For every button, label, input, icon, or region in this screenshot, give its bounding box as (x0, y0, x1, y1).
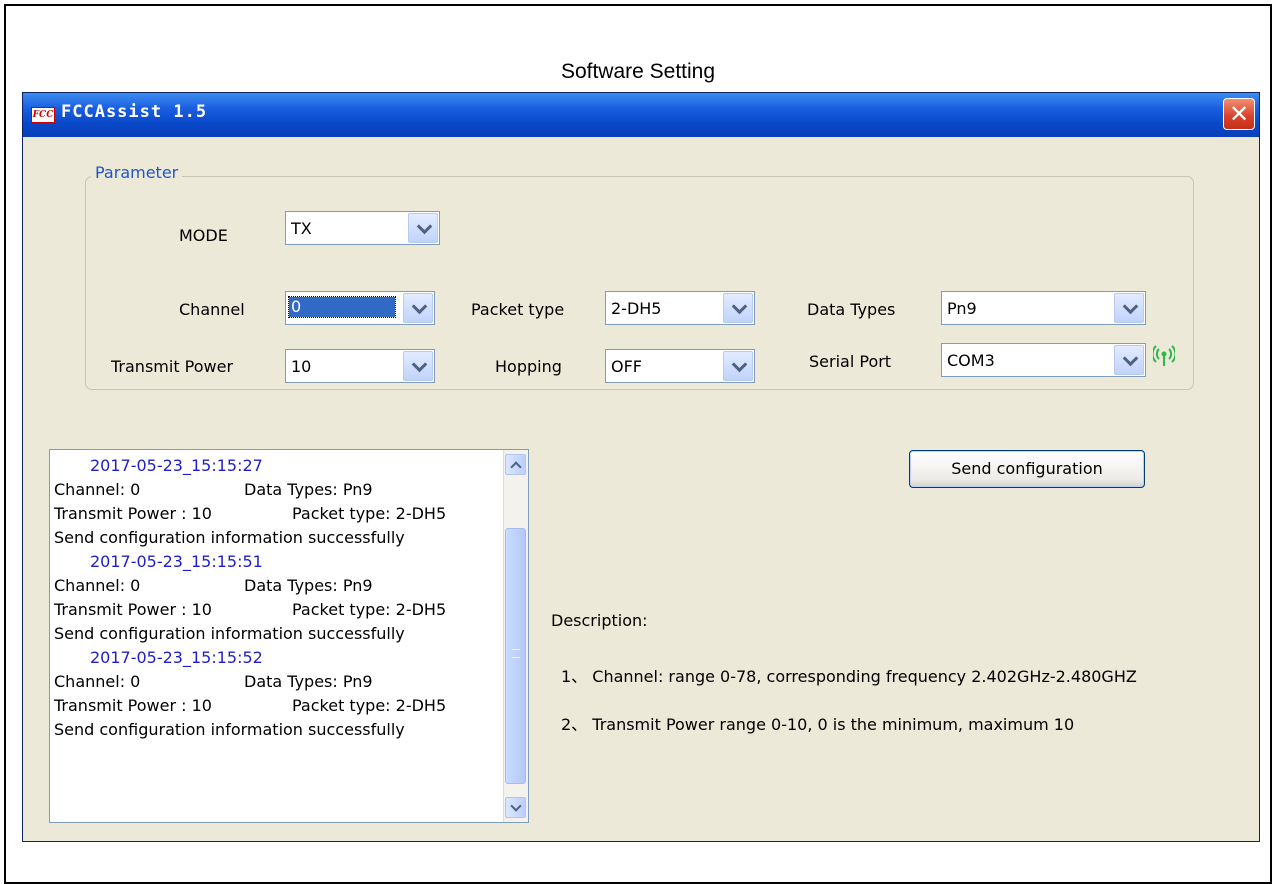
parameter-group-title: Parameter (91, 163, 183, 182)
serial-port-value: COM3 (947, 351, 995, 370)
app-window: FCC FCCAssist 1.5 ✕ Parameter MODE TX Ch… (22, 92, 1260, 842)
packet-type-label: Packet type (471, 300, 565, 319)
log-line: Channel: 0 (54, 576, 141, 595)
send-configuration-button[interactable]: Send configuration (909, 450, 1145, 488)
log-textarea[interactable]: 2017-05-23_15:15:27 Channel: 0 Data Type… (49, 449, 529, 823)
app-logo-icon: FCC (31, 107, 55, 123)
title-bar[interactable]: FCC FCCAssist 1.5 ✕ (23, 93, 1259, 137)
log-line: Transmit Power : 10 (54, 600, 212, 619)
log-line: Channel: 0 (54, 480, 141, 499)
serial-port-label: Serial Port (809, 352, 892, 371)
channel-value: 0 (288, 296, 396, 318)
scroll-down-button[interactable] (505, 797, 526, 818)
log-line: Send configuration information successfu… (54, 624, 405, 643)
hopping-value: OFF (611, 357, 642, 376)
close-button[interactable]: ✕ (1223, 98, 1255, 130)
mode-select[interactable]: TX (285, 211, 440, 245)
chevron-down-icon[interactable] (723, 293, 753, 323)
data-types-select[interactable]: Pn9 (941, 291, 1146, 325)
chevron-down-icon[interactable] (403, 293, 433, 323)
description-item-2: 2、 Transmit Power range 0-10, 0 is the m… (561, 715, 1075, 734)
serial-port-select[interactable]: COM3 (941, 343, 1146, 377)
hopping-label: Hopping (495, 357, 562, 376)
window-title: FCCAssist 1.5 (61, 102, 208, 122)
log-timestamp: 2017-05-23_15:15:51 (90, 552, 263, 571)
chevron-down-icon[interactable] (1114, 345, 1144, 375)
chevron-down-icon[interactable] (408, 213, 438, 243)
hopping-select[interactable]: OFF (605, 349, 755, 383)
description-heading: Description: (551, 611, 648, 630)
data-types-value: Pn9 (947, 299, 977, 318)
log-line: Packet type: 2-DH5 (292, 600, 447, 619)
mode-label: MODE (179, 226, 228, 245)
log-line: Data Types: Pn9 (244, 576, 373, 595)
channel-select[interactable]: 0 (285, 291, 435, 325)
log-line: Data Types: Pn9 (244, 672, 373, 691)
log-line: Send configuration information successfu… (54, 720, 405, 739)
log-line: Transmit Power : 10 (54, 696, 212, 715)
chevron-down-icon[interactable] (723, 351, 753, 381)
description-item-1: 1、 Channel: range 0-78, corresponding fr… (561, 667, 1137, 686)
log-line: Packet type: 2-DH5 (292, 504, 447, 523)
log-line: Packet type: 2-DH5 (292, 696, 447, 715)
document-caption: Software Setting (560, 60, 716, 83)
log-timestamp: 2017-05-23_15:15:27 (90, 456, 263, 475)
packet-type-select[interactable]: 2-DH5 (605, 291, 755, 325)
log-line: Channel: 0 (54, 672, 141, 691)
channel-label: Channel (179, 300, 245, 319)
mode-value: TX (291, 219, 312, 238)
log-timestamp: 2017-05-23_15:15:52 (90, 648, 263, 667)
log-line: Send configuration information successfu… (54, 528, 405, 547)
scroll-thumb[interactable] (505, 528, 526, 784)
transmit-power-select[interactable]: 10 (285, 349, 435, 383)
scroll-up-button[interactable] (505, 454, 526, 475)
log-line: Transmit Power : 10 (54, 504, 212, 523)
log-scrollbar[interactable] (503, 450, 528, 822)
log-line: Data Types: Pn9 (244, 480, 373, 499)
transmit-power-label: Transmit Power (111, 357, 234, 376)
antenna-signal-icon (1153, 345, 1175, 366)
transmit-power-value: 10 (291, 357, 312, 376)
chevron-down-icon[interactable] (403, 351, 433, 381)
chevron-down-icon[interactable] (1114, 293, 1144, 323)
packet-type-value: 2-DH5 (611, 299, 662, 318)
data-types-label: Data Types (807, 300, 896, 319)
